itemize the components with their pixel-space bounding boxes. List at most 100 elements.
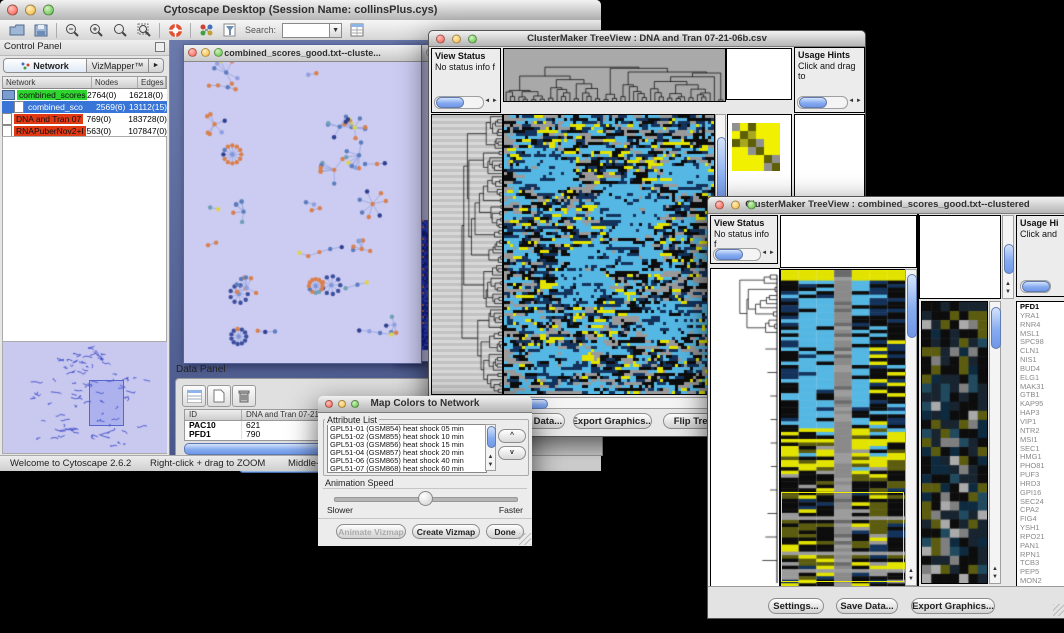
zoom-button[interactable]	[747, 201, 756, 210]
correlation-matrix[interactable]	[732, 123, 780, 171]
scroll-down-arrow[interactable]: ▼	[990, 574, 1000, 581]
col-edges[interactable]: Edges	[138, 77, 166, 88]
attribute-list-item[interactable]: GPL51-07 (GSM868) heat shock 60 min	[328, 465, 486, 473]
vertical-scrollbar[interactable]: ▲ ▼	[905, 269, 917, 586]
help-lifebuoy-icon[interactable]	[166, 22, 184, 38]
list-scrollbar[interactable]: ▲ ▼	[485, 424, 496, 471]
titlebar[interactable]: ClusterMaker TreeView : DNA and Tran 07-…	[429, 31, 865, 47]
resize-grip[interactable]	[1053, 604, 1064, 616]
scroll-down-arrow[interactable]: ▼	[486, 462, 495, 469]
scroll-up-arrow[interactable]: ▲	[990, 566, 1000, 573]
save-data-button[interactable]: Save Data...	[836, 598, 898, 614]
scroll-down-arrow[interactable]: ▼	[1003, 289, 1013, 296]
panel-scrollbar[interactable]	[1020, 280, 1064, 293]
titlebar[interactable]: Map Colors to Network	[318, 396, 532, 413]
network-row[interactable]: DNA and Tran 07 769(0) 183728(0)	[2, 113, 167, 125]
zoom-heatmap[interactable]	[921, 301, 988, 584]
zoom-scrollbar[interactable]: ▲ ▼	[989, 301, 1001, 584]
scroll-arrows[interactable]: ◄ ►	[484, 98, 498, 105]
close-button[interactable]	[715, 201, 724, 210]
export-graphics-button[interactable]: Export Graphics...	[911, 598, 995, 614]
attribute-browser-icon[interactable]	[348, 22, 366, 38]
row-dendrogram[interactable]	[710, 268, 780, 589]
scrollbar-thumb[interactable]	[799, 97, 827, 108]
overview-viewport-rect[interactable]	[89, 380, 124, 426]
filter-icon[interactable]	[221, 22, 239, 38]
titlebar[interactable]: ClusterMaker TreeView : combined_scores_…	[708, 197, 1064, 214]
scrollbar-thumb[interactable]	[1004, 244, 1014, 274]
zoom-button[interactable]	[351, 400, 359, 408]
scroll-down-arrow[interactable]: ▼	[906, 576, 916, 583]
scrollbar-thumb[interactable]	[487, 426, 496, 448]
search-dropdown-arrow-icon[interactable]: ▼	[329, 23, 342, 38]
window-title: ClusterMaker TreeView : combined_scores_…	[708, 197, 1064, 213]
delete-attribute-trash-icon[interactable]	[232, 385, 256, 407]
scrollbar-thumb[interactable]	[1022, 281, 1050, 292]
panel-scrollbar[interactable]: ◄ ►	[797, 96, 862, 109]
export-graphics-button[interactable]: Export Graphics...	[573, 413, 652, 429]
network-graph-view[interactable]	[184, 62, 419, 362]
scrollbar-thumb[interactable]	[907, 274, 917, 338]
horizontal-scrollbar[interactable]	[503, 397, 715, 409]
network-row-selected[interactable]: combined_sco 2569(6) 13112(15)	[2, 101, 167, 113]
col-id[interactable]: ID	[185, 410, 242, 420]
search-input[interactable]	[282, 23, 329, 38]
panel-scrollbar[interactable]: ◄ ►	[434, 96, 498, 109]
column-tree-panel	[780, 215, 917, 268]
settings-button[interactable]: Settings...	[768, 598, 824, 614]
scroll-up-arrow[interactable]: ▲	[906, 568, 916, 575]
attribute-select-icon[interactable]	[182, 385, 206, 407]
scrollbar-thumb[interactable]	[991, 307, 1001, 349]
zoom-fit-icon[interactable]	[135, 22, 153, 38]
move-up-button[interactable]: ^	[498, 429, 526, 443]
scroll-up-arrow[interactable]: ▲	[486, 454, 495, 461]
overview-minimap	[3, 342, 167, 453]
panel-scrollbar[interactable]: ◄ ►	[713, 248, 775, 261]
column-dendrogram[interactable]	[503, 48, 726, 102]
network-overview-icon[interactable]	[197, 22, 215, 38]
open-file-icon[interactable]	[8, 22, 26, 38]
scrollbar-thumb[interactable]	[715, 249, 743, 260]
zoom-out-icon[interactable]	[63, 22, 81, 38]
zoom-button[interactable]	[43, 5, 54, 16]
main-heatmap[interactable]	[780, 269, 906, 588]
minimize-button[interactable]	[452, 34, 461, 43]
scroll-up-arrow[interactable]: ▲	[1003, 281, 1013, 288]
minimize-button[interactable]	[338, 400, 346, 408]
scrollbar-thumb[interactable]	[436, 97, 464, 108]
speed-slider-thumb[interactable]	[418, 491, 433, 506]
tab-vizmapper[interactable]: VizMapper™	[87, 58, 149, 73]
titlebar[interactable]: combined_scores_good.txt--cluste...	[184, 45, 421, 62]
minimize-button[interactable]	[25, 5, 36, 16]
zoom-selected-icon[interactable]	[111, 22, 129, 38]
close-button[interactable]	[325, 400, 333, 408]
tab-network[interactable]: Network	[3, 58, 87, 73]
zoom-button[interactable]	[214, 48, 223, 57]
zoom-in-icon[interactable]	[87, 22, 105, 38]
close-button[interactable]	[436, 34, 445, 43]
main-heatmap[interactable]	[503, 114, 715, 395]
close-button[interactable]	[7, 5, 18, 16]
gene-label[interactable]: MON2	[1020, 577, 1064, 586]
row-dendrogram[interactable]	[431, 114, 503, 395]
resize-grip[interactable]	[519, 533, 531, 545]
float-panel-icon[interactable]	[155, 42, 165, 52]
column-labels-scrollbar[interactable]: ▲ ▼	[1002, 215, 1014, 299]
animate-vizmap-button[interactable]: Animate Vizmap	[336, 524, 406, 539]
close-button[interactable]	[188, 48, 197, 57]
minimize-button[interactable]	[201, 48, 210, 57]
scroll-arrows[interactable]: ◄ ►	[761, 250, 775, 257]
new-attribute-icon[interactable]	[207, 385, 231, 407]
create-vizmap-button[interactable]: Create Vizmap	[412, 524, 480, 539]
minimize-button[interactable]	[731, 201, 740, 210]
scroll-arrows[interactable]: ◄ ►	[848, 98, 862, 105]
zoom-button[interactable]	[468, 34, 477, 43]
col-network[interactable]: Network	[3, 77, 92, 88]
move-down-button[interactable]: v	[498, 446, 526, 460]
tab-overflow-arrow[interactable]: ►	[149, 58, 164, 73]
save-icon[interactable]	[32, 22, 50, 38]
col-nodes[interactable]: Nodes	[92, 77, 138, 88]
network-row[interactable]: combined_scores 2764(0) 16218(0)	[2, 89, 167, 101]
titlebar[interactable]: Cytoscape Desktop (Session Name: collins…	[0, 0, 601, 21]
network-overview-panel[interactable]	[2, 341, 167, 454]
